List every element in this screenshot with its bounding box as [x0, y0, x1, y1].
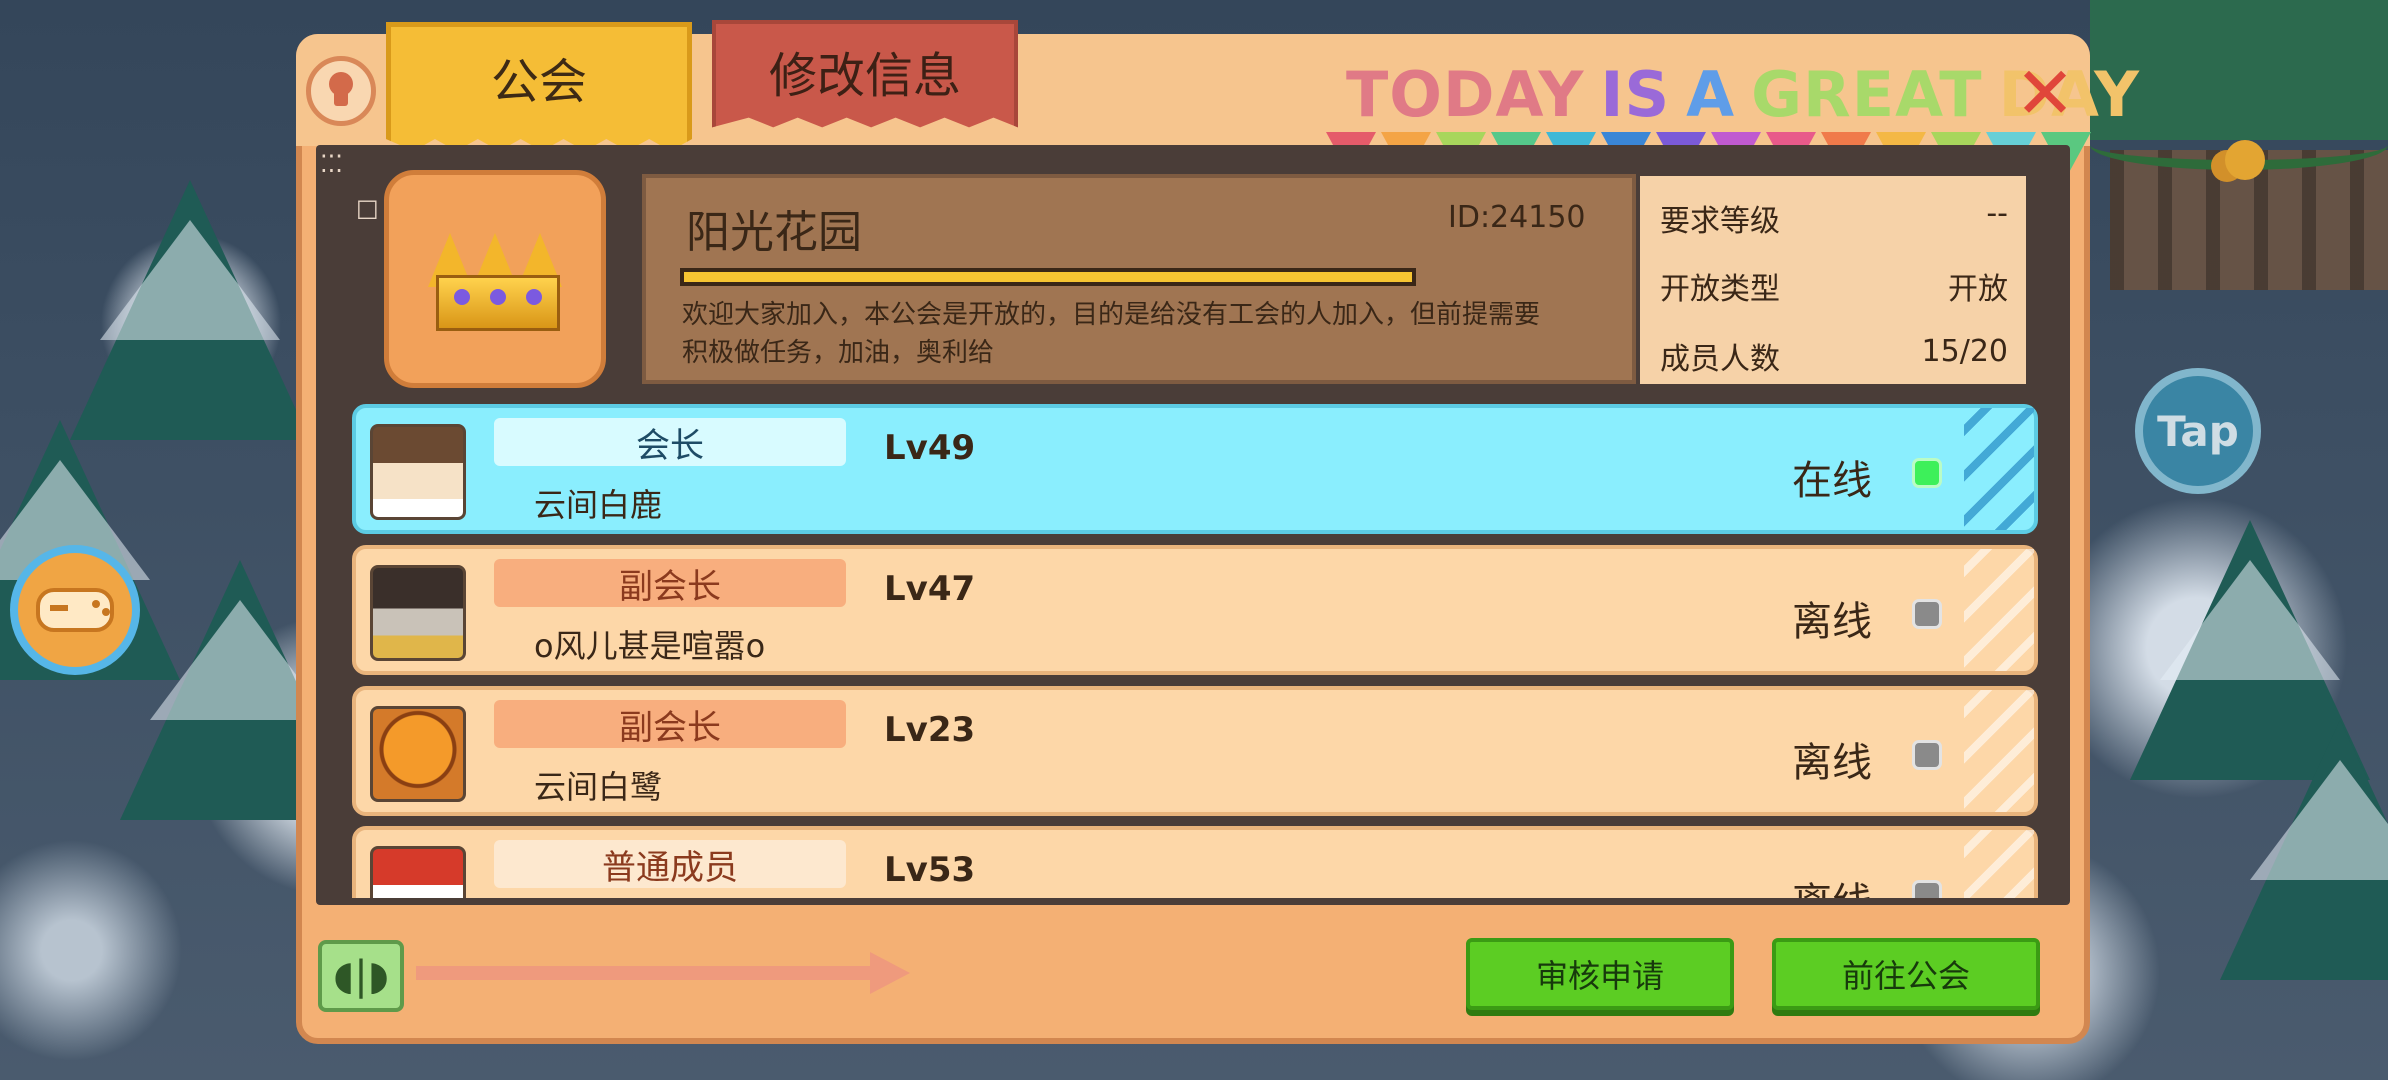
bells-icon: [2225, 140, 2265, 180]
info-button[interactable]: [306, 56, 376, 126]
keyhole-icon: [329, 72, 353, 106]
member-status: 在线: [1792, 458, 1872, 504]
stat-open-type: 开放类型 开放: [1660, 264, 2008, 308]
board-dots: ⁚⁚⁚: [320, 150, 343, 178]
member-level: Lv53: [884, 850, 976, 890]
go-to-guild-button[interactable]: 前往公会: [1772, 938, 2040, 1010]
offline-indicator: [1912, 740, 1942, 770]
avatar: [370, 565, 466, 661]
guild-description: 欢迎大家加入，本公会是开放的，目的是给没有工会的人加入，但前提需要积极做任务，加…: [682, 300, 1541, 368]
avatar: [370, 706, 466, 802]
board-square: □: [356, 194, 379, 222]
guild-emblem: [384, 170, 606, 388]
slogan-word: TODAY: [1346, 58, 1585, 131]
member-row[interactable]: 普通成员 Lv53 离线: [352, 826, 2038, 898]
stat-value: --: [1986, 196, 2008, 231]
close-button[interactable]: ✕: [2010, 57, 2080, 129]
guild-progress-bar: [680, 268, 1416, 286]
online-indicator: [1912, 458, 1942, 488]
member-role: 副会长: [494, 559, 846, 607]
member-status: 离线: [1792, 870, 1872, 898]
stat-value: 开放: [1948, 272, 2008, 307]
member-row[interactable]: 副会长 o风儿甚是喧嚣o Lv47 离线: [352, 545, 2038, 675]
stat-required-level: 要求等级 --: [1660, 196, 2008, 240]
slogan-word: IS: [1600, 58, 1671, 131]
offline-indicator: [1912, 599, 1942, 629]
member-name: 云间白鹭: [534, 768, 663, 806]
snow-tree: [70, 180, 310, 440]
slogan-word: A: [1686, 58, 1736, 131]
avatar: [370, 424, 466, 520]
member-role: 普通成员: [494, 840, 846, 888]
member-role: 会长: [494, 418, 846, 466]
snow-tree: [2220, 720, 2388, 980]
member-level: Lv49: [884, 428, 976, 468]
row-zigzag: [1964, 690, 2034, 812]
speaker-icon: ◖|◗: [333, 953, 389, 999]
review-applications-button[interactable]: 审核申请: [1466, 938, 1734, 1010]
tap-button[interactable]: Tap: [2135, 368, 2261, 494]
member-name: 云间白鹿: [534, 486, 663, 524]
avatar: [370, 846, 466, 898]
member-row[interactable]: 会长 云间白鹿 Lv49 在线: [352, 404, 2038, 534]
member-status: 离线: [1792, 599, 1872, 645]
speaker-button[interactable]: ◖|◗: [318, 940, 404, 1012]
gamepad-icon: [36, 588, 114, 632]
stat-label: 成员人数: [1660, 342, 1780, 377]
stat-member-count: 成员人数 15/20: [1660, 334, 2008, 378]
member-level: Lv47: [884, 569, 976, 609]
guild-name: 阳光花园: [686, 207, 862, 258]
arrow-decoration: [416, 952, 910, 994]
gamepad-button[interactable]: [10, 545, 140, 675]
row-zigzag: [1964, 408, 2034, 530]
row-zigzag: [1964, 549, 2034, 671]
offline-indicator: [1912, 880, 1942, 898]
member-level: Lv23: [884, 710, 976, 750]
member-row[interactable]: 副会长 云间白鹭 Lv23 离线: [352, 686, 2038, 816]
crown-icon: [428, 227, 562, 331]
member-name: o风儿甚是喧嚣o: [534, 627, 766, 665]
row-zigzag: [1964, 830, 2034, 898]
member-role: 副会长: [494, 700, 846, 748]
stat-label: 开放类型: [1660, 272, 1780, 307]
member-row-clip: 普通成员 Lv53 离线: [352, 826, 2038, 898]
member-status: 离线: [1792, 740, 1872, 786]
stat-label: 要求等级: [1660, 204, 1780, 239]
slogan-word: GREAT: [1751, 58, 1983, 131]
stat-value: 15/20: [1921, 334, 2008, 369]
guild-id: ID:24150: [1448, 200, 1586, 235]
